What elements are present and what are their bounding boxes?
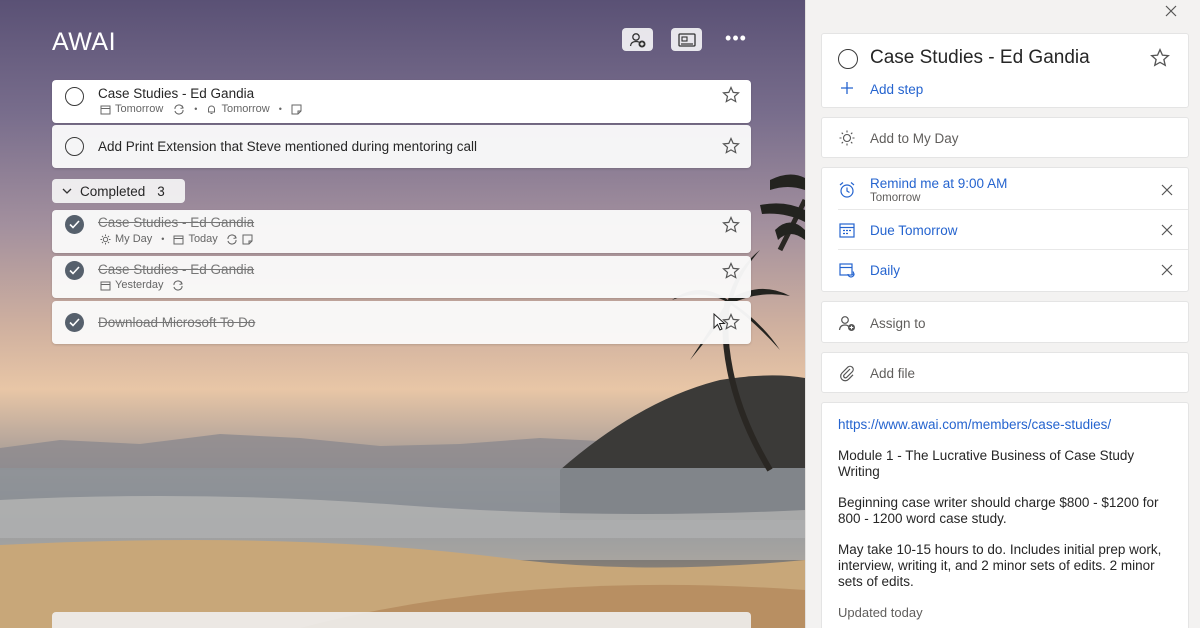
completed-task-item[interactable]: Case Studies - Ed Gandia Yesterday bbox=[52, 256, 751, 298]
note-paragraph: May take 10-15 hours to do. Includes ini… bbox=[838, 542, 1162, 589]
due-date-label: Today bbox=[188, 233, 218, 245]
note-icon bbox=[291, 104, 302, 114]
star-icon[interactable] bbox=[1150, 48, 1170, 68]
remove-reminder-icon[interactable] bbox=[1160, 183, 1174, 197]
alarm-clock-icon bbox=[839, 182, 855, 198]
task-title: Add Print Extension that Steve mentioned… bbox=[98, 139, 477, 154]
task-item[interactable]: Case Studies - Ed Gandia Tomorrow • Tomo… bbox=[52, 80, 751, 123]
calendar-icon bbox=[100, 281, 111, 290]
task-meta: My Day • Today bbox=[100, 233, 253, 245]
divider bbox=[838, 249, 1188, 250]
note-textarea[interactable]: https://www.awai.com/members/case-studie… bbox=[821, 402, 1189, 628]
sun-icon bbox=[100, 234, 111, 244]
completed-checkbox[interactable] bbox=[65, 215, 84, 234]
remind-date-label: Tomorrow bbox=[870, 192, 921, 204]
note-icon bbox=[242, 234, 253, 244]
calendar-icon bbox=[173, 235, 184, 244]
share-list-button[interactable] bbox=[622, 28, 653, 51]
assign-person-icon bbox=[838, 316, 855, 331]
task-title: Case Studies - Ed Gandia bbox=[98, 262, 255, 277]
remind-me-button[interactable]: Remind me at 9:00 AM bbox=[870, 176, 1007, 191]
remove-due-date-icon[interactable] bbox=[1160, 223, 1174, 237]
completed-task-item[interactable]: Download Microsoft To Do bbox=[52, 301, 751, 344]
task-detail-pane: Case Studies - Ed Gandia Add step Add to… bbox=[805, 0, 1200, 628]
star-icon[interactable] bbox=[722, 262, 740, 280]
add-file-button[interactable]: Add file bbox=[821, 352, 1189, 393]
calendar-icon bbox=[839, 223, 855, 238]
completed-count: 3 bbox=[157, 183, 165, 199]
completed-task-item[interactable]: Case Studies - Ed Gandia My Day • Today bbox=[52, 210, 751, 253]
complete-checkbox[interactable] bbox=[65, 87, 84, 106]
add-to-my-day-button[interactable]: Add to My Day bbox=[821, 117, 1189, 158]
due-date-label: Yesterday bbox=[115, 279, 164, 291]
task-list-pane: AWAI ••• Case Studies - Ed Gandia Tomorr… bbox=[0, 0, 805, 628]
more-options-button[interactable]: ••• bbox=[724, 29, 748, 51]
detail-task-title[interactable]: Case Studies - Ed Gandia bbox=[870, 47, 1090, 69]
checkmark-icon bbox=[69, 220, 80, 229]
add-file-label: Add file bbox=[870, 366, 916, 381]
due-date-button[interactable]: Due Tomorrow bbox=[870, 223, 958, 238]
updated-timestamp: Updated today bbox=[838, 605, 923, 620]
completed-section-toggle[interactable]: Completed 3 bbox=[52, 179, 185, 203]
note-link[interactable]: https://www.awai.com/members/case-studie… bbox=[838, 417, 1172, 433]
repeat-icon bbox=[174, 103, 184, 115]
task-item[interactable]: Add Print Extension that Steve mentioned… bbox=[52, 125, 751, 168]
share-people-icon bbox=[629, 32, 645, 47]
note-paragraph: Beginning case writer should charge $800… bbox=[838, 495, 1159, 526]
list-title: AWAI bbox=[52, 28, 117, 56]
divider bbox=[838, 209, 1188, 210]
plus-icon bbox=[841, 82, 853, 94]
assign-to-button[interactable]: Assign to bbox=[821, 301, 1189, 343]
star-icon[interactable] bbox=[722, 137, 740, 155]
complete-checkbox[interactable] bbox=[65, 137, 84, 156]
add-step-button[interactable]: Add step bbox=[870, 82, 923, 97]
task-meta: Tomorrow • Tomorrow • bbox=[100, 103, 302, 115]
completed-checkbox[interactable] bbox=[65, 313, 84, 332]
dates-card: Remind me at 9:00 AM Tomorrow Due Tomorr… bbox=[821, 167, 1189, 292]
sun-icon bbox=[839, 130, 855, 146]
repeat-calendar-icon bbox=[839, 263, 855, 278]
paperclip-icon bbox=[840, 365, 854, 382]
completed-label: Completed bbox=[80, 183, 146, 199]
note-paragraph: Module 1 - The Lucrative Business of Cas… bbox=[838, 448, 1135, 479]
add-to-my-day-label: Add to My Day bbox=[870, 131, 959, 146]
reminder-label: Tomorrow bbox=[221, 103, 270, 115]
task-header-card: Case Studies - Ed Gandia Add step bbox=[821, 33, 1189, 108]
my-day-label: My Day bbox=[115, 233, 153, 245]
repeat-icon bbox=[172, 279, 183, 291]
completed-checkbox[interactable] bbox=[65, 261, 84, 280]
task-title: Case Studies - Ed Gandia bbox=[98, 215, 255, 230]
task-meta: Yesterday bbox=[100, 279, 184, 291]
mouse-cursor-icon bbox=[713, 313, 726, 331]
assign-to-label: Assign to bbox=[870, 316, 926, 331]
star-icon[interactable] bbox=[722, 86, 740, 104]
close-icon[interactable] bbox=[1164, 4, 1178, 18]
bell-icon bbox=[208, 105, 216, 114]
calendar-icon bbox=[100, 105, 111, 114]
add-task-bar[interactable] bbox=[52, 612, 751, 628]
complete-checkbox[interactable] bbox=[838, 49, 858, 69]
view-icon bbox=[677, 32, 696, 47]
remove-repeat-icon[interactable] bbox=[1160, 263, 1174, 277]
repeat-icon bbox=[227, 233, 237, 245]
task-title: Case Studies - Ed Gandia bbox=[98, 86, 255, 101]
chevron-down-icon bbox=[62, 188, 72, 194]
checkmark-icon bbox=[69, 266, 80, 275]
view-options-button[interactable] bbox=[671, 28, 702, 51]
repeat-button[interactable]: Daily bbox=[870, 263, 900, 278]
checkmark-icon bbox=[69, 318, 80, 327]
task-title: Download Microsoft To Do bbox=[98, 315, 256, 330]
due-date-label: Tomorrow bbox=[115, 103, 164, 115]
star-icon[interactable] bbox=[722, 216, 740, 234]
